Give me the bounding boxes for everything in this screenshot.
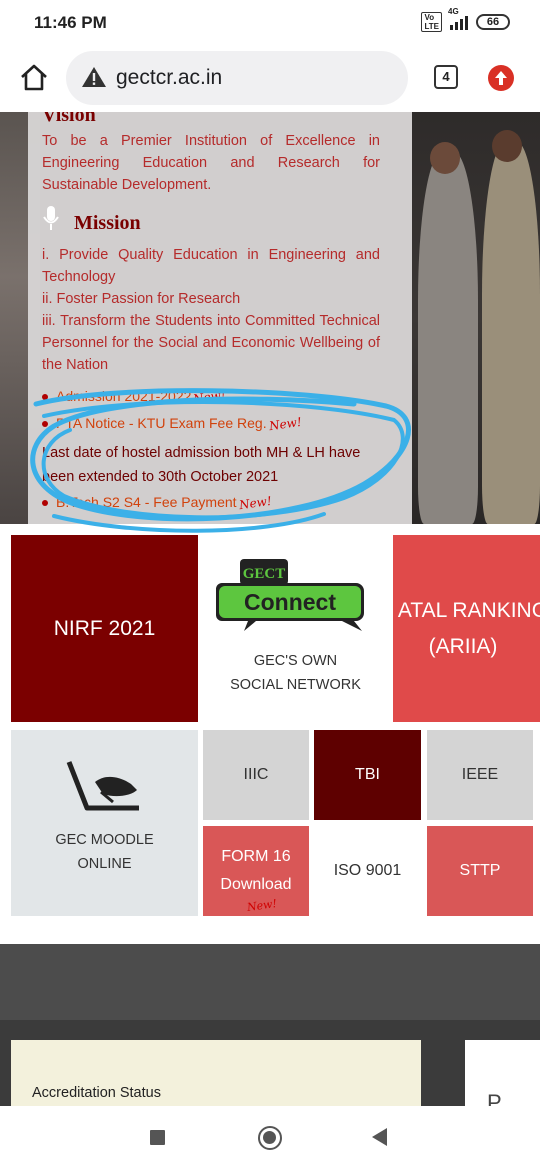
form16-tile[interactable]: FORM 16 Download New! <box>203 826 309 916</box>
connect-badge: GECT <box>243 566 286 582</box>
gec-moodle-tile[interactable]: GEC MOODLE ONLINE <box>11 730 198 916</box>
connect-logo-icon: GECT Connect <box>216 559 364 631</box>
form16-line1: FORM 16 <box>221 848 291 865</box>
tab-switcher-button[interactable]: 4 <box>434 65 458 89</box>
mission-item: iii. Transform the Students into Committ… <box>42 313 380 373</box>
mission-item: ii. Foster Passion for Research <box>42 291 241 307</box>
right-card-text: P <box>487 1090 502 1106</box>
gect-connect-tile[interactable]: GECT Connect GEC'S OWN SOCIAL NETWORK <box>198 535 393 722</box>
status-bar: 11:46 PM Vo LTE 4G 66 <box>0 0 540 46</box>
nirf-label: NIRF 2021 <box>53 616 156 640</box>
battery-icon: 66 <box>476 14 510 30</box>
mission-list: i. Provide Quality Education in Engineer… <box>42 244 380 376</box>
ieee-tile[interactable]: IEEE <box>427 730 533 820</box>
iso-tile[interactable]: ISO 9001 <box>314 826 421 916</box>
status-time: 11:46 PM <box>34 13 107 32</box>
tbi-tile[interactable]: TBI <box>314 730 421 820</box>
highlight-scribble <box>30 388 411 533</box>
warning-icon[interactable] <box>81 65 107 89</box>
iiic-tile[interactable]: IIIC <box>203 730 309 820</box>
form16-new-tag: New! <box>246 896 278 915</box>
volte-icon: Vo LTE <box>421 12 442 32</box>
url-text[interactable]: gectcr.ac.in <box>116 66 222 90</box>
moodle-label: GEC MOODLE ONLINE <box>55 832 154 872</box>
atal-ranking-tile[interactable]: ATAL RANKING (ARIIA) <box>393 535 540 722</box>
system-nav-bar <box>0 1106 540 1170</box>
address-bar[interactable]: gectcr.ac.in <box>66 51 408 105</box>
vision-text: To be a Premier Institution of Excellenc… <box>42 133 380 193</box>
signal-icon: 4G <box>448 7 468 30</box>
browser-toolbar: gectcr.ac.in 4 <box>0 46 540 112</box>
home-icon[interactable] <box>18 62 50 94</box>
footer-band <box>0 944 540 1020</box>
sttp-tile[interactable]: STTP <box>427 826 533 916</box>
accreditation-label: Accreditation Status <box>32 1085 161 1101</box>
vision-title: Vision <box>42 112 96 126</box>
hero-photo-right <box>412 112 540 524</box>
status-icons: Vo LTE 4G 66 <box>421 7 510 32</box>
accreditation-card[interactable]: Accreditation Status <box>11 1040 421 1106</box>
mission-title: Mission <box>74 212 141 234</box>
laptop-icon <box>66 761 139 811</box>
home-nav-icon[interactable] <box>258 1126 282 1150</box>
nirf-tile[interactable]: NIRF 2021 <box>11 535 198 722</box>
atal-line1: ATAL RANKING <box>397 599 540 622</box>
network-type: 4G <box>448 7 459 16</box>
atal-line2: (ARIIA) <box>428 635 498 658</box>
connect-title: Connect <box>244 589 336 615</box>
update-arrow-icon[interactable] <box>488 65 514 91</box>
recents-icon[interactable] <box>150 1130 165 1145</box>
back-icon[interactable] <box>372 1128 387 1146</box>
right-card[interactable]: P <box>465 1040 540 1106</box>
connect-subtitle: GEC'S OWN SOCIAL NETWORK <box>230 653 361 693</box>
mission-item: i. Provide Quality Education in Engineer… <box>42 247 380 285</box>
microphone-icon <box>43 206 59 230</box>
